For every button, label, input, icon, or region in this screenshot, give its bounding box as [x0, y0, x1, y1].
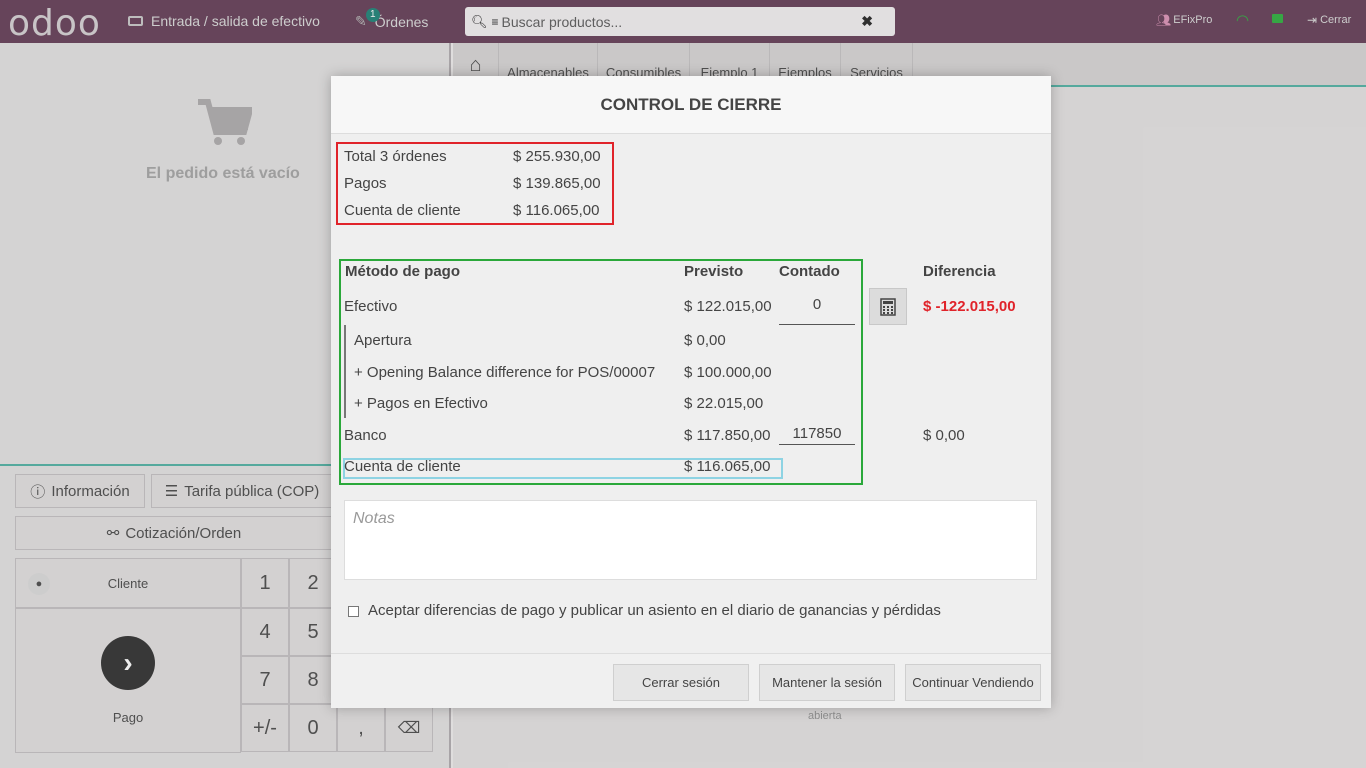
cash-calculator-button[interactable] [869, 288, 907, 325]
bank-difference: $ 0,00 [923, 427, 965, 444]
bank-counted-input[interactable]: 117850 [779, 425, 855, 445]
cash-expected: $ 122.015,00 [684, 298, 772, 315]
dialog-title: CONTROL DE CIERRE [331, 76, 1051, 134]
closing-control-dialog: CONTROL DE CIERRE Total 3 órdenes $ 255.… [331, 76, 1051, 708]
continue-selling-button[interactable]: Continuar Vendiendo [905, 664, 1041, 701]
expected-header: Previsto [684, 263, 744, 280]
cash-detail-value: $ 100.000,00 [684, 364, 772, 381]
notes-textarea[interactable]: Notas [344, 500, 1037, 580]
bank-label: Banco [344, 427, 387, 444]
summary-label: Pagos [344, 175, 387, 192]
summary-value: $ 255.930,00 [513, 148, 601, 165]
bank-expected: $ 117.850,00 [684, 427, 771, 444]
accept-differences-label[interactable]: Aceptar diferencias de pago y publicar u… [368, 602, 941, 619]
cash-counted-input[interactable]: 0 [779, 296, 855, 325]
summary-label: Cuenta de cliente [344, 202, 461, 219]
cash-detail-value: $ 0,00 [684, 332, 726, 349]
cash-detail-label: Apertura [354, 332, 412, 349]
summary-label: Total 3 órdenes [344, 148, 447, 165]
counted-header: Contado [779, 263, 840, 280]
dialog-footer: Cerrar sesión Mantener la sesión Continu… [331, 653, 1051, 708]
summary-value: $ 139.865,00 [513, 175, 601, 192]
method-header: Método de pago [345, 263, 460, 280]
cash-detail-label: + Pagos en Efectivo [354, 395, 488, 412]
cash-detail-value: $ 22.015,00 [684, 395, 764, 412]
close-session-button[interactable]: Cerrar sesión [613, 664, 749, 701]
accept-differences-checkbox[interactable] [348, 606, 359, 617]
difference-header: Diferencia [923, 263, 996, 280]
cash-details-line [344, 325, 346, 418]
customer-account-expected: $ 116.065,00 [684, 458, 771, 475]
customer-account-label: Cuenta de cliente [344, 458, 461, 475]
summary-value: $ 116.065,00 [513, 202, 600, 219]
cash-difference: $ -122.015,00 [923, 298, 1016, 315]
cash-detail-label: + Opening Balance difference for POS/000… [354, 364, 656, 381]
calculator-icon [880, 297, 896, 316]
cash-label: Efectivo [344, 298, 398, 315]
keep-session-button[interactable]: Mantener la sesión [759, 664, 895, 701]
